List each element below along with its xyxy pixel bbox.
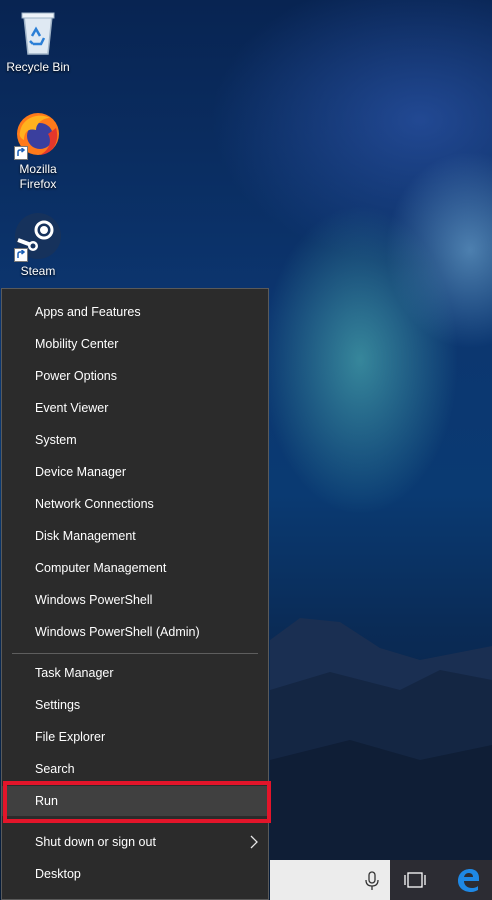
menu-item-desktop[interactable]: Desktop bbox=[2, 859, 268, 889]
recycle-bin-icon bbox=[14, 8, 62, 56]
desktop-icon-recycle-bin[interactable]: Recycle Bin bbox=[0, 8, 78, 75]
menu-item-file-explorer[interactable]: File Explorer bbox=[2, 722, 268, 752]
highlight-annotation-box bbox=[3, 781, 271, 823]
desktop-icon-label: Recycle Bin bbox=[6, 60, 70, 74]
desktop-icon-label: Mozilla Firefox bbox=[19, 162, 57, 191]
menu-item-device-manager[interactable]: Device Manager bbox=[2, 457, 268, 487]
menu-item-label: Shut down or sign out bbox=[35, 835, 156, 849]
menu-item-network-connections[interactable]: Network Connections bbox=[2, 489, 268, 519]
menu-item-shut-down-or-sign-out[interactable]: Shut down or sign out bbox=[2, 827, 268, 857]
menu-item-search[interactable]: Search bbox=[2, 754, 268, 784]
shortcut-arrow-icon bbox=[14, 146, 28, 160]
menu-item-mobility-center[interactable]: Mobility Center bbox=[2, 329, 268, 359]
firefox-icon bbox=[14, 110, 62, 160]
microphone-icon[interactable] bbox=[354, 860, 394, 900]
menu-item-power-options[interactable]: Power Options bbox=[2, 361, 268, 391]
menu-item-windows-powershell-admin[interactable]: Windows PowerShell (Admin) bbox=[2, 617, 268, 647]
desktop-icon-steam[interactable]: Steam bbox=[0, 212, 78, 279]
menu-item-apps-and-features[interactable]: Apps and Features bbox=[2, 297, 268, 327]
shortcut-arrow-icon bbox=[14, 248, 28, 262]
task-view-icon[interactable] bbox=[395, 860, 435, 900]
menu-item-system[interactable]: System bbox=[2, 425, 268, 455]
steam-icon bbox=[14, 212, 62, 262]
edge-icon[interactable] bbox=[448, 860, 488, 900]
menu-item-event-viewer[interactable]: Event Viewer bbox=[2, 393, 268, 423]
menu-item-computer-management[interactable]: Computer Management bbox=[2, 553, 268, 583]
desktop-icon-firefox[interactable]: Mozilla Firefox bbox=[0, 110, 78, 192]
taskbar-search-box[interactable] bbox=[270, 860, 390, 900]
taskbar bbox=[270, 860, 492, 900]
menu-item-windows-powershell[interactable]: Windows PowerShell bbox=[2, 585, 268, 615]
chevron-right-icon bbox=[248, 827, 260, 857]
menu-item-task-manager[interactable]: Task Manager bbox=[2, 658, 268, 688]
menu-item-disk-management[interactable]: Disk Management bbox=[2, 521, 268, 551]
desktop-icon-label: Steam bbox=[20, 264, 56, 278]
menu-separator bbox=[12, 653, 258, 654]
menu-item-settings[interactable]: Settings bbox=[2, 690, 268, 720]
